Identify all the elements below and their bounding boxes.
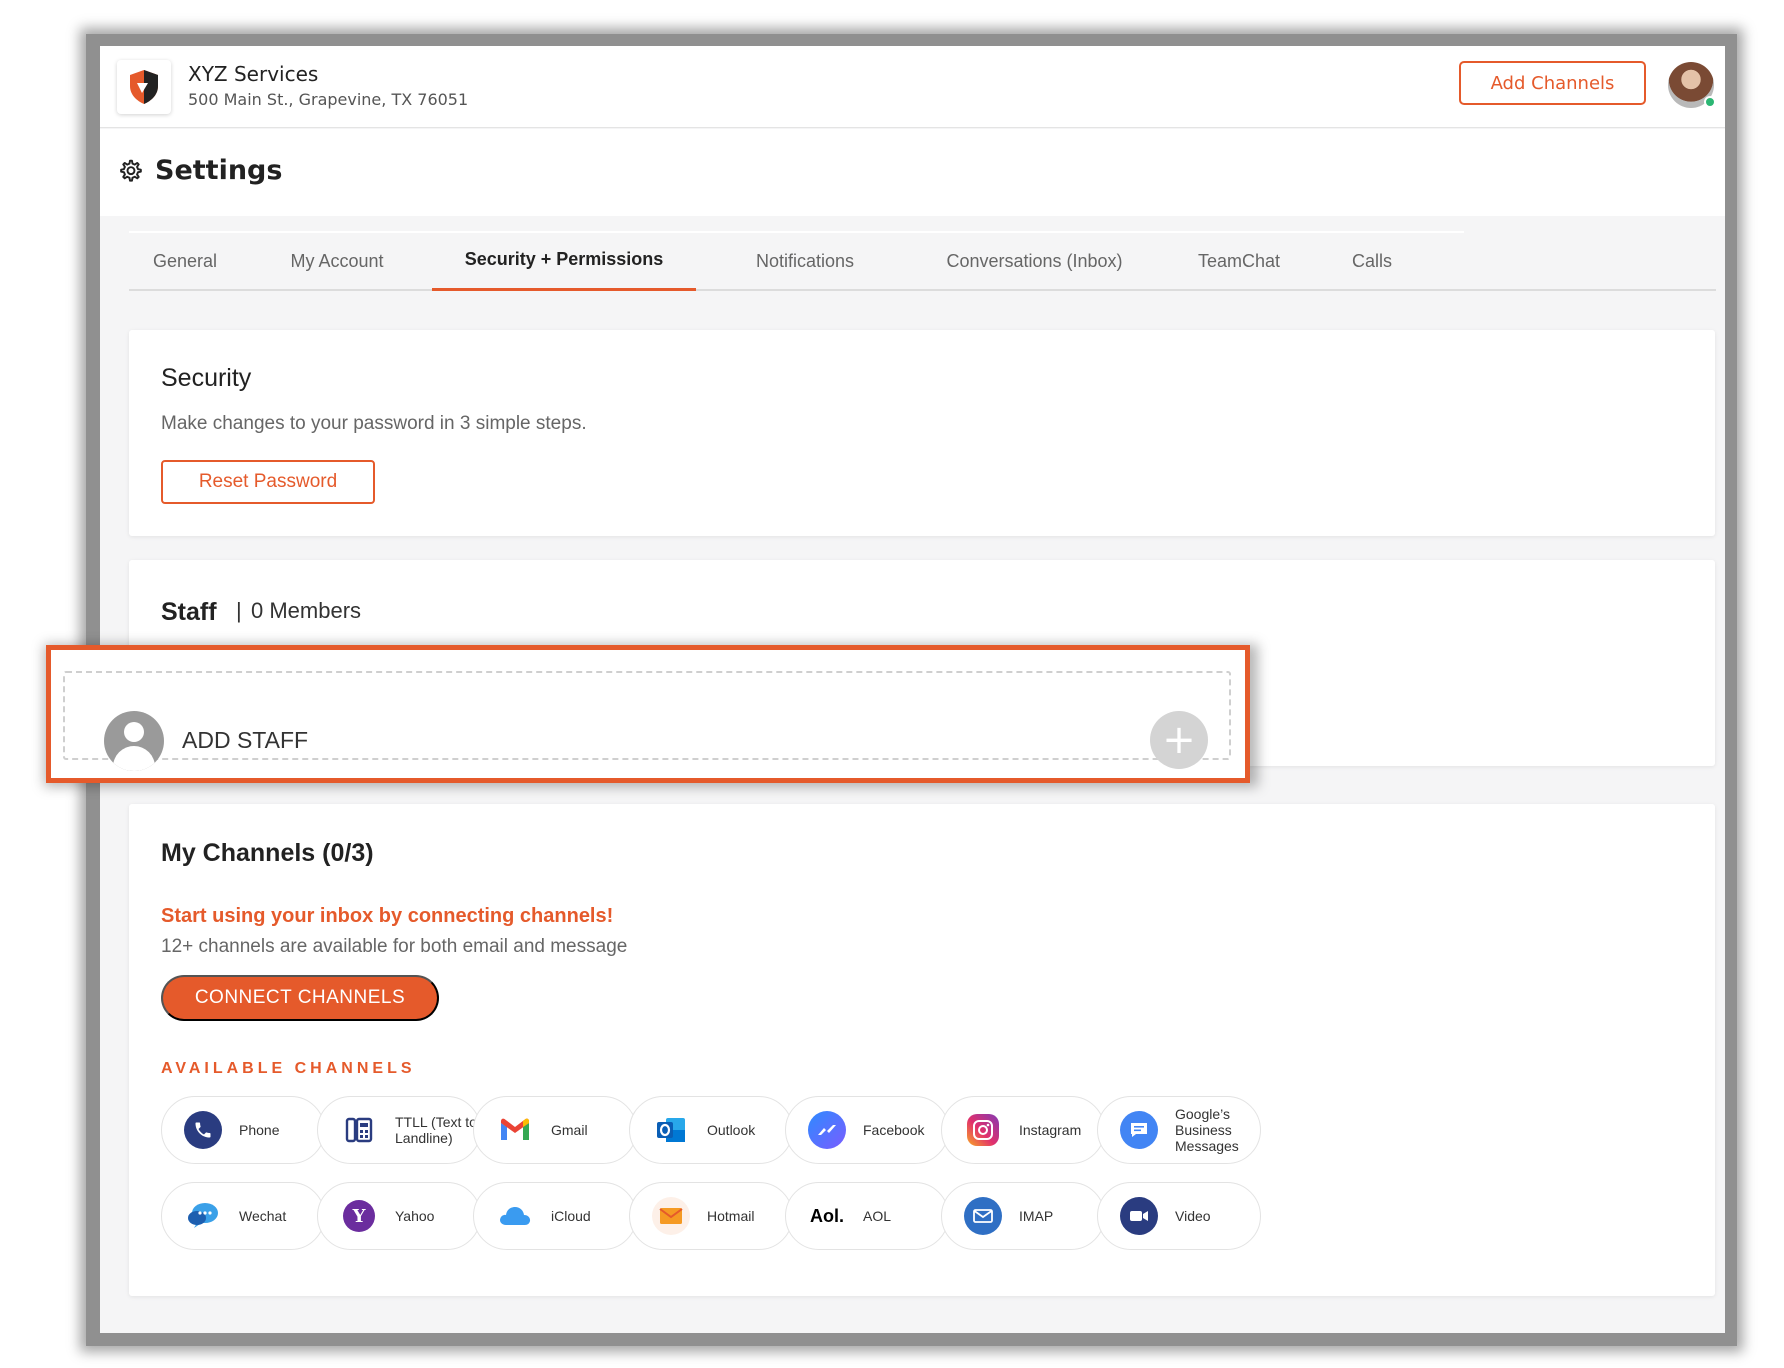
hotmail-icon: [652, 1197, 690, 1235]
channel-label: Video: [1175, 1207, 1211, 1224]
tab-general[interactable]: General: [129, 231, 241, 291]
channel-hotmail[interactable]: Hotmail: [629, 1182, 793, 1250]
channel-label: iCloud: [551, 1207, 591, 1224]
person-placeholder-icon: [104, 711, 164, 771]
my-channels-title: My Channels (0/3): [161, 839, 374, 867]
channel-ttll[interactable]: TTLL (Text to Landline): [317, 1096, 481, 1164]
channel-label: TTLL (Text to Landline): [395, 1113, 477, 1146]
channel-instagram[interactable]: Instagram: [941, 1096, 1105, 1164]
security-title: Security: [161, 364, 252, 392]
tab-conversations-inbox[interactable]: Conversations (Inbox): [913, 231, 1156, 291]
channel-yahoo[interactable]: Y Yahoo: [317, 1182, 481, 1250]
channel-label: Gmail: [551, 1121, 588, 1138]
my-channels-card: My Channels (0/3) Start using your inbox…: [129, 804, 1715, 1296]
gmail-icon: [496, 1111, 534, 1149]
channel-label: Outlook: [707, 1121, 756, 1138]
gear-icon: [120, 159, 142, 182]
channel-label: Wechat: [239, 1207, 287, 1224]
tab-my-account[interactable]: My Account: [257, 231, 417, 291]
channel-outlook[interactable]: Outlook: [629, 1096, 793, 1164]
tab-calls[interactable]: Calls: [1322, 231, 1422, 291]
top-bar: XYZ Services 500 Main St., Grapevine, TX…: [100, 46, 1725, 128]
reset-password-button[interactable]: Reset Password: [161, 460, 375, 504]
channels-promo-text: Start using your inbox by connecting cha…: [161, 905, 614, 927]
add-channels-button[interactable]: Add Channels: [1459, 61, 1646, 105]
channel-icloud[interactable]: iCloud: [473, 1182, 637, 1250]
messenger-icon: [808, 1111, 846, 1149]
add-staff-plus-button[interactable]: +: [1150, 711, 1208, 769]
channel-aol[interactable]: Aol. AOL: [785, 1182, 949, 1250]
add-staff-highlight: ADD STAFF +: [46, 645, 1250, 783]
outlook-icon: [652, 1111, 690, 1149]
channel-phone[interactable]: Phone: [161, 1096, 325, 1164]
tab-notifications[interactable]: Notifications: [710, 231, 900, 291]
staff-member-count: 0 Members: [251, 598, 362, 623]
channel-label: IMAP: [1019, 1207, 1054, 1224]
wechat-icon: [184, 1197, 222, 1235]
connect-channels-button[interactable]: CONNECT CHANNELS: [161, 975, 439, 1021]
landline-icon: [340, 1111, 378, 1149]
security-description: Make changes to your password in 3 simpl…: [161, 413, 587, 434]
channel-label: Phone: [239, 1121, 280, 1138]
business-name: XYZ Services: [188, 62, 319, 86]
google-business-messages-icon: [1120, 1111, 1158, 1149]
video-icon: [1120, 1197, 1158, 1235]
yahoo-icon: Y: [343, 1200, 375, 1232]
channel-label: Instagram: [1019, 1121, 1082, 1138]
channel-label: Facebook: [863, 1121, 925, 1138]
business-address: 500 Main St., Grapevine, TX 76051: [188, 90, 469, 109]
add-staff-row[interactable]: ADD STAFF +: [63, 671, 1231, 771]
settings-header: [100, 129, 1725, 216]
channel-gmail[interactable]: Gmail: [473, 1096, 637, 1164]
online-status-dot: [1704, 96, 1716, 108]
aol-icon: Aol.: [810, 1205, 844, 1226]
channels-subtext: 12+ channels are available for both emai…: [161, 936, 628, 957]
channel-wechat[interactable]: Wechat: [161, 1182, 325, 1250]
channel-label: AOL: [863, 1207, 892, 1224]
channel-google-business-messages[interactable]: Google’s Business Messages: [1097, 1096, 1261, 1164]
channel-facebook[interactable]: Facebook: [785, 1096, 949, 1164]
icloud-icon: [496, 1197, 534, 1235]
channel-video[interactable]: Video: [1097, 1182, 1261, 1250]
settings-tabs: General My Account Security + Permission…: [129, 231, 1716, 291]
channel-label: Google’s Business Messages: [1175, 1105, 1239, 1155]
phone-icon: [184, 1111, 222, 1149]
security-card: Security Make changes to your password i…: [129, 330, 1715, 536]
tab-teamchat[interactable]: TeamChat: [1169, 231, 1309, 291]
imap-icon: [964, 1197, 1002, 1235]
business-logo: [117, 60, 171, 114]
staff-title: Staff: [161, 598, 217, 626]
available-channels-label: AVAILABLE CHANNELS: [161, 1060, 416, 1077]
tab-security-permissions[interactable]: Security + Permissions: [432, 231, 696, 291]
shield-logo-icon: [130, 70, 158, 104]
channel-label: Hotmail: [707, 1207, 755, 1224]
page-title: Settings: [155, 155, 283, 186]
staff-separator: |: [236, 598, 242, 623]
channel-label: Yahoo: [395, 1207, 435, 1224]
channel-imap[interactable]: IMAP: [941, 1182, 1105, 1250]
add-staff-label: ADD STAFF: [182, 727, 309, 753]
instagram-icon: [967, 1114, 999, 1146]
